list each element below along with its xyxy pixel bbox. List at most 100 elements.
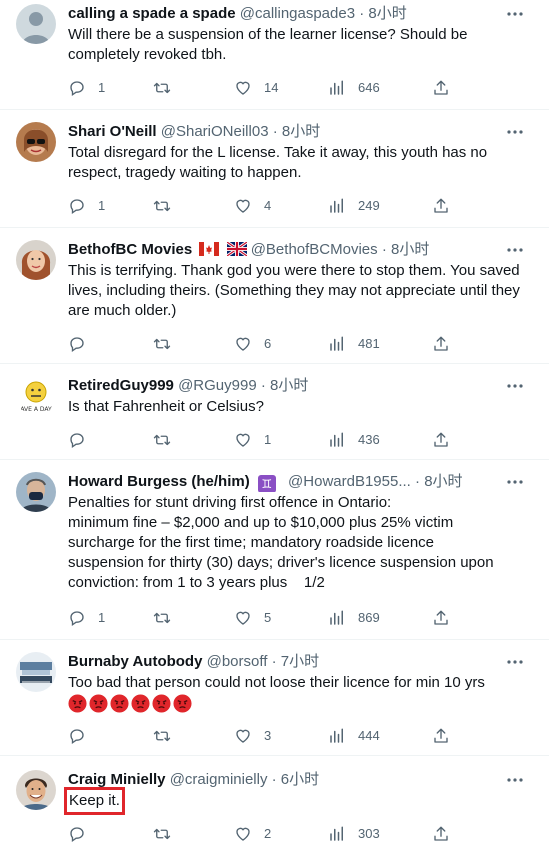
retweet-button[interactable] — [152, 78, 172, 98]
avatar[interactable] — [16, 4, 56, 44]
tweet-header: Craig Minielly @craigminielly · 6小时 — [68, 770, 509, 790]
like-count: 6 — [264, 336, 272, 351]
share-button[interactable] — [432, 824, 450, 844]
tweet-text-line: minimum fine – $2,000 and up to $10,000 … — [68, 514, 454, 531]
tweet-text-content: Will there be a suspension of the learne… — [68, 26, 468, 63]
more-icon[interactable] — [505, 124, 525, 140]
timestamp[interactable]: 8小时 — [368, 5, 406, 22]
reply-button[interactable] — [68, 824, 86, 844]
avatar[interactable] — [16, 472, 56, 512]
tweet-actions: 6 481 — [68, 334, 458, 354]
timestamp[interactable]: 7小时 — [281, 653, 319, 670]
reply-button[interactable] — [68, 430, 86, 450]
more-icon[interactable] — [505, 772, 525, 788]
like-button[interactable]: 6 — [234, 334, 271, 354]
separator-dot: · — [271, 771, 277, 788]
views-button[interactable]: 249 — [328, 196, 380, 216]
like-button[interactable]: 3 — [234, 726, 271, 746]
share-button[interactable] — [432, 196, 450, 216]
share-button[interactable] — [432, 608, 450, 628]
user-handle[interactable]: @HowardB1955... — [288, 473, 411, 490]
like-button[interactable]: 5 — [234, 608, 271, 628]
retweet-button[interactable] — [152, 196, 172, 216]
angry-face-icon — [68, 694, 87, 713]
tweet-text-line: conviction: from 1 to 3 years plus 1/2 — [68, 574, 325, 591]
share-button[interactable] — [432, 78, 450, 98]
more-icon[interactable] — [505, 6, 525, 22]
tweet-actions: 1 14 646 — [68, 78, 458, 98]
display-name[interactable]: Burnaby Autobody — [68, 653, 202, 670]
avatar[interactable]: AVE A DAY — [16, 376, 56, 416]
user-handle[interactable]: @ShariONeill03 — [161, 123, 269, 140]
user-handle[interactable]: @callingaspade3 — [240, 5, 355, 22]
tweet[interactable]: Howard Burgess (he/him) ♊ @HowardB1955..… — [0, 468, 549, 640]
avatar[interactable] — [16, 122, 56, 162]
canada-flag-icon — [199, 242, 220, 260]
reply-button[interactable] — [68, 334, 86, 354]
reply-icon — [70, 337, 84, 353]
share-button[interactable] — [432, 430, 450, 450]
timestamp[interactable]: 8小时 — [391, 241, 429, 258]
display-name[interactable]: BethofBC Movies — [68, 241, 192, 258]
tweet-text-line: surcharge for the first time; mandatory … — [68, 534, 434, 551]
user-handle[interactable]: @RGuy999 — [178, 377, 257, 394]
tweet-text: This is terrifying. Thank god you were t… — [68, 261, 528, 321]
tweet[interactable]: BethofBC Movies @BethofBCMovies · 8小时 Th… — [0, 236, 549, 364]
retweet-button[interactable] — [152, 608, 172, 628]
user-handle[interactable]: @craigminielly — [170, 771, 268, 788]
views-button[interactable]: 436 — [328, 430, 380, 450]
reply-button[interactable]: 1 — [68, 78, 105, 98]
user-handle[interactable]: @borsoff — [207, 653, 268, 670]
timestamp[interactable]: 8小时 — [282, 123, 320, 140]
timestamp[interactable]: 6小时 — [281, 771, 319, 788]
like-button[interactable]: 2 — [234, 824, 271, 844]
tweet[interactable]: AVE A DAY RetiredGuy999 @RGuy999 · 8小时 I… — [0, 372, 549, 460]
share-button[interactable] — [432, 334, 450, 354]
view-count: 646 — [358, 80, 380, 95]
tweet[interactable]: Burnaby Autobody @borsoff · 7小时 Too bad … — [0, 648, 549, 756]
views-button[interactable]: 444 — [328, 726, 380, 746]
retweet-button[interactable] — [152, 334, 172, 354]
avatar[interactable] — [16, 240, 56, 280]
views-button[interactable]: 646 — [328, 78, 380, 98]
tweet[interactable]: Craig Minielly @craigminielly · 6小时 Keep… — [0, 766, 549, 851]
avatar[interactable] — [16, 770, 56, 810]
reply-button[interactable] — [68, 726, 86, 746]
angry-face-icon — [131, 694, 150, 713]
more-icon[interactable] — [505, 654, 525, 670]
share-button[interactable] — [432, 726, 450, 746]
timestamp[interactable]: 8小时 — [270, 377, 308, 394]
more-icon[interactable] — [505, 242, 525, 258]
avatar[interactable] — [16, 652, 56, 692]
views-button[interactable]: 303 — [328, 824, 380, 844]
more-icon[interactable] — [505, 474, 525, 490]
heart-icon — [236, 433, 250, 447]
retweet-button[interactable] — [152, 726, 172, 746]
view-count: 869 — [358, 610, 380, 625]
display-name[interactable]: calling a spade a spade — [68, 5, 236, 22]
views-button[interactable]: 869 — [328, 608, 380, 628]
tweet-text-line: suspension for thirty (30) days; driver'… — [68, 554, 494, 571]
tweet-header: BethofBC Movies @BethofBCMovies · 8小时 — [68, 240, 509, 260]
tweet-text-content: Is that Fahrenheit or Celsius? — [68, 398, 264, 415]
like-count: 5 — [264, 610, 272, 625]
display-name[interactable]: Craig Minielly — [68, 771, 166, 788]
views-button[interactable]: 481 — [328, 334, 380, 354]
display-name[interactable]: Shari O'Neill — [68, 123, 157, 140]
retweet-button[interactable] — [152, 824, 172, 844]
tweet[interactable]: calling a spade a spade @callingaspade3 … — [0, 0, 549, 110]
retweet-button[interactable] — [152, 430, 172, 450]
display-name[interactable]: RetiredGuy999 — [68, 377, 174, 394]
reply-button[interactable]: 1 — [68, 196, 105, 216]
reply-button[interactable]: 1 — [68, 608, 105, 628]
user-handle[interactable]: @BethofBCMovies — [251, 241, 378, 258]
display-name[interactable]: Howard Burgess (he/him) — [68, 473, 250, 490]
timestamp[interactable]: 8小时 — [424, 473, 462, 490]
like-button[interactable]: 1 — [234, 430, 271, 450]
angry-face-icon — [152, 694, 171, 713]
tweet[interactable]: Shari O'Neill @ShariONeill03 · 8小时 Total… — [0, 118, 549, 228]
more-icon[interactable] — [505, 378, 525, 394]
highlighted-tweet-text: Keep it. — [64, 787, 125, 815]
like-button[interactable]: 14 — [234, 78, 278, 98]
like-button[interactable]: 4 — [234, 196, 271, 216]
